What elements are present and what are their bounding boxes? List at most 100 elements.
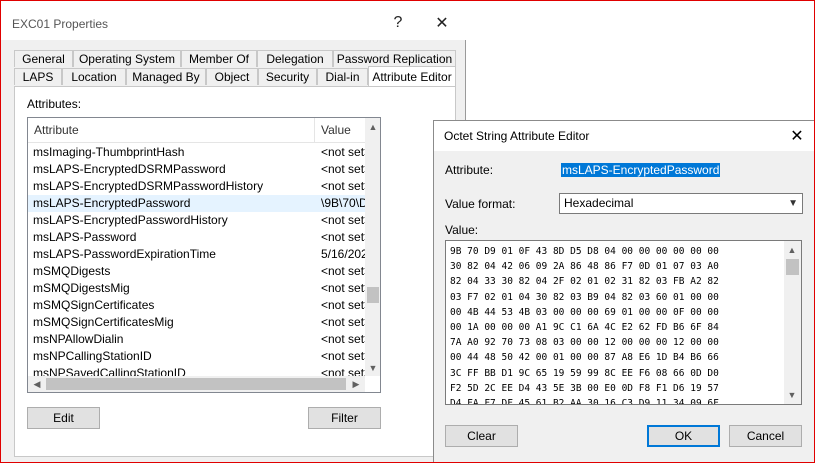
tab-password-replication[interactable]: Password Replication	[333, 50, 456, 67]
scroll-left-icon[interactable]: ◀	[29, 376, 45, 392]
table-row[interactable]: msImaging-ThumbprintHash <not set>	[28, 144, 365, 161]
hex-line: 7A A0 92 70 73 08 03 00 00 12 00 00 00 1…	[450, 337, 719, 349]
hex-line: 00 44 48 50 42 00 01 00 00 87 A8 E6 1D B…	[450, 352, 719, 364]
table-row[interactable]: mSMQSignCertificatesMig <not set>	[28, 314, 365, 331]
clear-button[interactable]: Clear	[445, 425, 518, 447]
hex-line: 9B 70 D9 01 0F 43 8D D5 D8 04 00 00 00 0…	[450, 246, 719, 257]
table-row[interactable]: msNPAllowDialin <not set>	[28, 331, 365, 348]
cancel-button[interactable]: Cancel	[729, 425, 802, 447]
attribute-name: mSMQDigests	[33, 264, 111, 278]
tab-attribute-editor[interactable]: Attribute Editor	[368, 66, 456, 86]
value-format-label: Value format:	[445, 197, 516, 211]
octet-editor-title: Octet String Attribute Editor	[444, 129, 590, 143]
attribute-name: msImaging-ThumbprintHash	[33, 145, 185, 159]
octet-editor-titlebar: Octet String Attribute Editor ✕	[434, 121, 814, 151]
attribute-value: <not set>	[321, 264, 365, 278]
table-row[interactable]: mSMQDigests <not set>	[28, 263, 365, 280]
edit-button[interactable]: Edit	[27, 407, 100, 429]
table-row[interactable]: msLAPS-PasswordExpirationTime 5/16/202	[28, 246, 365, 263]
tab-dial-in[interactable]: Dial-in	[317, 68, 368, 85]
table-row[interactable]: msLAPS-EncryptedPassword \9B\70\D	[28, 195, 365, 212]
attribute-value: <not set>	[321, 179, 365, 193]
hex-line: 30 82 04 42 06 09 2A 86 48 86 F7 0D 01 0…	[450, 261, 719, 273]
chevron-down-icon[interactable]: ▼	[788, 194, 798, 213]
properties-titlebar: EXC01 Properties ? ✕	[0, 0, 466, 40]
octet-string-editor-dialog: Octet String Attribute Editor ✕ Attribut…	[433, 120, 815, 463]
help-button[interactable]: ?	[378, 6, 418, 40]
attribute-label: Attribute:	[445, 163, 494, 177]
close-button[interactable]: ✕	[422, 6, 462, 40]
scroll-up-icon[interactable]: ▲	[784, 242, 800, 258]
hex-line: F2 5D 2C EE D4 43 5E 3B 00 E0 0D F8 F1 D…	[450, 382, 719, 394]
attribute-value: 5/16/202	[321, 247, 365, 261]
hex-line: 00 4B 44 53 4B 03 00 00 00 69 01 00 00 0…	[450, 306, 719, 318]
tab-managed-by[interactable]: Managed By	[126, 68, 206, 85]
vertical-scroll-thumb[interactable]	[367, 287, 379, 303]
attribute-name: mSMQSignCertificatesMig	[33, 315, 174, 329]
tab-member-of[interactable]: Member Of	[181, 50, 257, 67]
attribute-name: msLAPS-EncryptedPasswordHistory	[33, 213, 228, 227]
horizontal-scroll-thumb[interactable]	[46, 378, 346, 390]
hex-value-textarea[interactable]: 9B 70 D9 01 0F 43 8D D5 D8 04 00 00 00 0…	[445, 240, 802, 405]
tab-operating-system[interactable]: Operating System	[73, 50, 181, 67]
attribute-name: msLAPS-EncryptedDSRMPasswordHistory	[33, 179, 264, 193]
tab-location[interactable]: Location	[62, 68, 126, 85]
hex-line: 3C FF BB D1 9C 65 19 59 99 8C EE F6 08 6…	[450, 367, 719, 379]
scroll-down-icon[interactable]: ▼	[365, 360, 380, 376]
attribute-value: \9B\70\D	[321, 196, 365, 210]
attribute-value: <not set>	[321, 281, 365, 295]
tab-security[interactable]: Security	[258, 68, 317, 85]
attribute-name: msLAPS-EncryptedPassword	[33, 196, 191, 210]
attribute-name: mSMQSignCertificates	[33, 298, 155, 312]
hex-line: 03 F7 02 01 04 30 82 03 B9 04 82 03 60 0…	[450, 291, 719, 303]
table-row[interactable]: msLAPS-EncryptedPasswordHistory <not set>	[28, 212, 365, 229]
column-header-value[interactable]: Value	[321, 123, 351, 137]
table-row[interactable]: mSMQSignCertificates <not set>	[28, 297, 365, 314]
ok-button[interactable]: OK	[647, 425, 720, 447]
tab-delegation[interactable]: Delegation	[257, 50, 333, 67]
attribute-value: <not set>	[321, 298, 365, 312]
table-row[interactable]: msLAPS-Password <not set>	[28, 229, 365, 246]
value-format-select[interactable]: Hexadecimal ▼	[559, 193, 803, 214]
hex-line: D4 FA F7 DF 45 61 B2 AA 30 16 C3 D9 11 3…	[450, 398, 719, 405]
scroll-up-icon[interactable]: ▲	[365, 119, 380, 135]
column-header-attribute[interactable]: Attribute	[34, 123, 79, 137]
attributes-label: Attributes:	[27, 97, 82, 111]
attribute-value: <not set>	[321, 213, 365, 227]
attribute-value: <not set>	[321, 349, 365, 363]
attribute-value: <not set>	[321, 315, 365, 329]
table-row[interactable]: mSMQDigestsMig <not set>	[28, 280, 365, 297]
attribute-value: <not set>	[321, 162, 365, 176]
attribute-name: msLAPS-EncryptedDSRMPassword	[33, 162, 226, 176]
hex-scroll-thumb[interactable]	[786, 259, 799, 275]
list-header: Attribute Value	[28, 118, 365, 143]
hex-line: 00 1A 00 00 00 A1 9C C1 6A 4C E2 62 FD B…	[450, 322, 719, 334]
hex-line: 82 04 33 30 82 04 2F 02 01 02 31 82 03 F…	[450, 276, 719, 288]
scroll-right-icon[interactable]: ▶	[348, 376, 364, 392]
attribute-name: mSMQDigestsMig	[33, 281, 130, 295]
properties-dialog: EXC01 Properties ? ✕ General Operating S…	[0, 0, 466, 463]
attribute-value: <not set>	[321, 230, 365, 244]
value-format-selected: Hexadecimal	[564, 196, 634, 210]
tab-general[interactable]: General	[14, 50, 73, 67]
attribute-value[interactable]: msLAPS-EncryptedPassword	[561, 163, 721, 177]
filter-button[interactable]: Filter	[308, 407, 381, 429]
scroll-down-icon[interactable]: ▼	[784, 387, 800, 403]
vertical-scrollbar[interactable]: ▲ ▼	[365, 118, 380, 376]
attribute-value: <not set>	[321, 145, 365, 159]
tab-laps[interactable]: LAPS	[14, 68, 62, 85]
value-label: Value:	[445, 223, 479, 237]
table-row[interactable]: msNPCallingStationID <not set>	[28, 348, 365, 365]
close-icon[interactable]: ✕	[786, 126, 808, 146]
attributes-list[interactable]: Attribute Value msImaging-ThumbprintHash…	[27, 117, 381, 393]
attribute-name: msNPCallingStationID	[33, 349, 152, 363]
hex-value-text[interactable]: 9B 70 D9 01 0F 43 8D D5 D8 04 00 00 00 0…	[450, 244, 719, 405]
tab-object[interactable]: Object	[206, 68, 258, 85]
attribute-name: msNPAllowDialin	[33, 332, 124, 346]
attribute-name: msLAPS-Password	[33, 230, 137, 244]
attribute-name: msLAPS-PasswordExpirationTime	[33, 247, 216, 261]
table-row[interactable]: msLAPS-EncryptedDSRMPassword <not set>	[28, 161, 365, 178]
column-divider[interactable]	[314, 118, 315, 142]
properties-title: EXC01 Properties	[12, 17, 109, 31]
table-row[interactable]: msLAPS-EncryptedDSRMPasswordHistory <not …	[28, 178, 365, 195]
